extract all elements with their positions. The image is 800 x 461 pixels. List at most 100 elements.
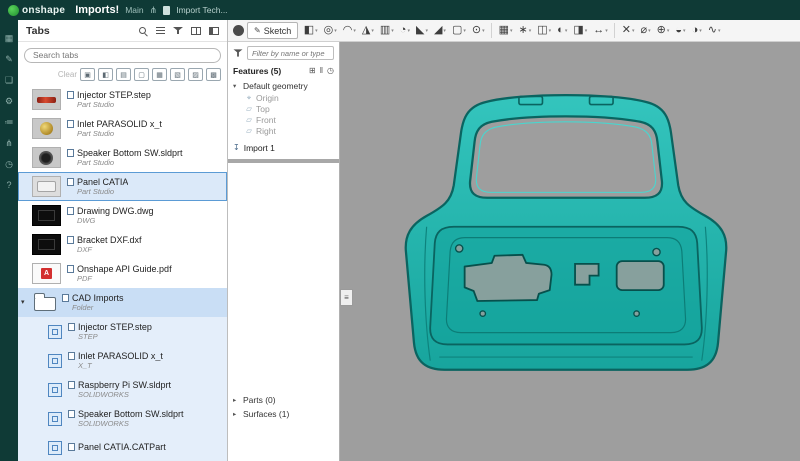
tab-row[interactable]: ▾ Bracket DXF.dxf DXF [18,230,227,259]
tab-row[interactable]: ▾ Panel CATIA.CATPart [18,433,227,461]
tab-row[interactable]: ▾ Drawing DWG.dwg DWG [18,201,227,230]
chamfer-tool-icon[interactable]: ◣ ▾ [413,22,430,40]
tab-row[interactable]: ▾ Inlet PARASOLID x_t X_T [18,346,227,375]
tab-row[interactable]: ▾ Raspberry Pi SW.sldprt SOLIDWORKS [18,375,227,404]
section-view-tool-icon[interactable]: ◒ ▾ [673,22,688,40]
mate-connector-tool-icon[interactable]: ⊕ ▾ [654,22,672,40]
grid-view-icon[interactable] [191,27,201,35]
chevron-down-icon[interactable]: ▾ [233,82,240,90]
tab-list: ▾ Injector STEP.step Part Studio ▾ [18,85,227,461]
measure-tool-icon[interactable]: ⌀ ▾ [638,22,653,40]
filter-part-studio-icon[interactable]: ▣ [80,68,95,81]
geometry-item[interactable]: ▱ Top [228,103,339,114]
default-geometry-label: Default geometry [243,81,308,91]
loft-tool-icon[interactable]: ◮ ▾ [359,22,376,40]
appearance-tool-icon[interactable]: ◑ ▾ [689,22,704,40]
help-icon[interactable]: ? [6,181,11,190]
feedback-icon[interactable]: ✎ [5,55,13,64]
tab-row[interactable]: ▾ Speaker Bottom SW.sldprt Part Studio [18,143,227,172]
panel-resize-handle[interactable]: ≡ [340,289,353,306]
comment-icon[interactable]: ❏ [5,76,13,85]
toolbar-separator[interactable]: ▾ [614,23,615,38]
linear-pattern-tool-icon[interactable]: ▦ ▾ [496,22,515,40]
version-branch-icon[interactable]: ⋔ [150,6,158,15]
pause-icon[interactable]: ‖ [320,67,323,75]
feature-import-1[interactable]: ↧ Import 1 [228,141,339,154]
search-icon[interactable] [138,26,148,36]
part-studio-icon [67,265,74,273]
circular-pattern-tool-icon[interactable]: ∗ ▾ [516,22,534,40]
chevron-down-icon: ▾ [407,28,410,34]
chevron-right-icon[interactable]: ▸ [233,410,240,418]
tab-row[interactable]: ▾ Injector STEP.step STEP [18,317,227,346]
filter-material-icon[interactable]: ▩ [206,68,221,81]
filter-drawing-icon[interactable]: ▤ [116,68,131,81]
parts-section[interactable]: ▸ Parts (0) [228,393,339,407]
tab-title: Bracket DXF.dxf [77,235,142,246]
import-icon: ↧ [233,144,240,152]
sweep-tool-icon[interactable]: ◠ ▾ [340,22,358,40]
draft-tool-icon[interactable]: ◢ ▾ [431,22,448,40]
curve-tool-icon[interactable]: ∿ ▾ [705,22,723,40]
filter-funnel-icon[interactable] [173,26,183,36]
history-icon[interactable]: ◷ [5,160,13,169]
tab-title: Raspberry Pi SW.sldprt [78,380,171,391]
settings-icon[interactable]: ⚙ [5,97,13,106]
sort-list-icon[interactable] [156,26,165,35]
tab-row[interactable]: ▾ Injector STEP.step Part Studio [18,85,227,114]
tab-row[interactable]: ▾ Panel CATIA Part Studio [18,172,227,201]
transform-tool-icon[interactable]: ↔ ▾ [591,22,611,40]
toolbar-separator[interactable]: ▾ [491,23,492,38]
filter-pdf-icon[interactable]: ▦ [152,68,167,81]
hole-tool-icon[interactable]: ⊙ ▾ [469,22,487,40]
filter-image-icon[interactable]: ▧ [170,68,185,81]
revolve-tool-icon[interactable]: ◎ ▾ [321,22,339,40]
fillet-tool-icon[interactable]: ◔ ▾ [397,22,412,40]
linked-document-name[interactable]: Import Tech... [176,5,227,15]
clear-filters-button[interactable]: Clear [58,70,77,79]
history-icon[interactable]: ◷ [327,67,334,75]
workspace-name[interactable]: Main [125,5,143,15]
surfaces-section[interactable]: ▸ Surfaces (1) [228,407,339,421]
split-tool-icon[interactable]: ◨ ▾ [571,22,590,40]
tab-row[interactable]: ▾ Inlet PARASOLID x_t Part Studio [18,114,227,143]
file-catia-icon [48,441,62,455]
filter-blob-icon[interactable]: ▢ [134,68,149,81]
part-studio-icon [67,236,74,244]
chevron-right-icon[interactable]: ▸ [233,396,240,404]
delete-tool-icon[interactable]: ✕ ▾ [619,22,637,40]
extrude-tool-icon[interactable]: ◧ ▾ [301,22,320,40]
viewport-canvas[interactable] [340,42,800,461]
chevron-down-icon: ▾ [463,28,466,34]
tasks-icon[interactable]: ≔ [5,118,14,127]
assistant-icon[interactable] [233,25,244,36]
chevron-down-icon: ▾ [529,28,532,34]
boolean-tool-icon[interactable]: ◐ ▾ [555,22,570,40]
filter-funnel-icon[interactable] [234,49,243,58]
collapse-panel-icon[interactable] [209,27,219,35]
filter-assembly-icon[interactable]: ◧ [98,68,113,81]
chevron-down-icon: ▾ [353,28,356,34]
tab-row[interactable]: ▾ Onshape API Guide.pdf PDF [18,259,227,288]
tab-meta: Drawing DWG.dwg DWG [67,206,154,226]
feature-default-geometry[interactable]: ▾ Default geometry [228,79,339,92]
mirror-tool-icon[interactable]: ◫ ▾ [535,22,554,40]
filter-code-icon[interactable]: ▨ [188,68,203,81]
versions-icon[interactable]: ⋔ [5,139,13,148]
tab-row[interactable]: ▾ CAD Imports Folder [18,288,227,317]
sketch-button[interactable]: ✎ Sketch [247,22,298,39]
geometry-item[interactable]: ▱ Front [228,114,339,125]
apps-grid-icon[interactable]: ▦ [5,34,14,43]
chevron-down-icon[interactable]: ▾ [21,298,25,306]
features-filter-input[interactable] [247,46,334,60]
tab-row[interactable]: ▾ Speaker Bottom SW.sldprt SOLIDWORKS [18,404,227,433]
search-tabs-input[interactable] [24,48,221,63]
panel-model[interactable] [385,88,747,380]
geometry-item[interactable]: ⌖ Origin [228,92,339,103]
rollback-marker-icon[interactable]: ⊞ [309,67,316,75]
onshape-logo[interactable]: onshape [8,5,65,16]
shell-tool-icon[interactable]: ▢ ▾ [449,22,468,40]
grip-icon: ≡ [344,293,349,302]
thicken-tool-icon[interactable]: ▥ ▾ [377,22,396,40]
geometry-item[interactable]: ▱ Right [228,125,339,136]
